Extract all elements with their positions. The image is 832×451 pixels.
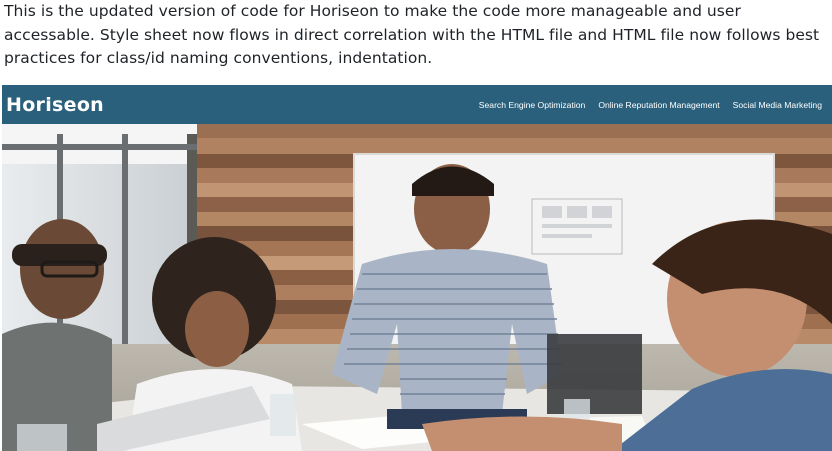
site-nav: Search Engine Optimization Online Reputa… bbox=[466, 100, 822, 110]
person-left bbox=[2, 219, 112, 451]
site-screenshot: Horiseon Search Engine Optimization Onli… bbox=[2, 85, 832, 451]
site-logo[interactable]: Horiseon bbox=[6, 94, 104, 116]
nav-link-seo[interactable]: Search Engine Optimization bbox=[479, 100, 586, 110]
chair bbox=[547, 334, 642, 414]
hero-image bbox=[2, 124, 832, 451]
readme-paragraph: This is the updated version of code for … bbox=[4, 2, 820, 67]
water-glass bbox=[17, 424, 67, 451]
site-header: Horiseon Search Engine Optimization Onli… bbox=[2, 85, 832, 124]
nav-link-reputation[interactable]: Online Reputation Management bbox=[598, 100, 719, 110]
nav-link-social[interactable]: Social Media Marketing bbox=[733, 100, 822, 110]
water-glass bbox=[270, 394, 296, 436]
